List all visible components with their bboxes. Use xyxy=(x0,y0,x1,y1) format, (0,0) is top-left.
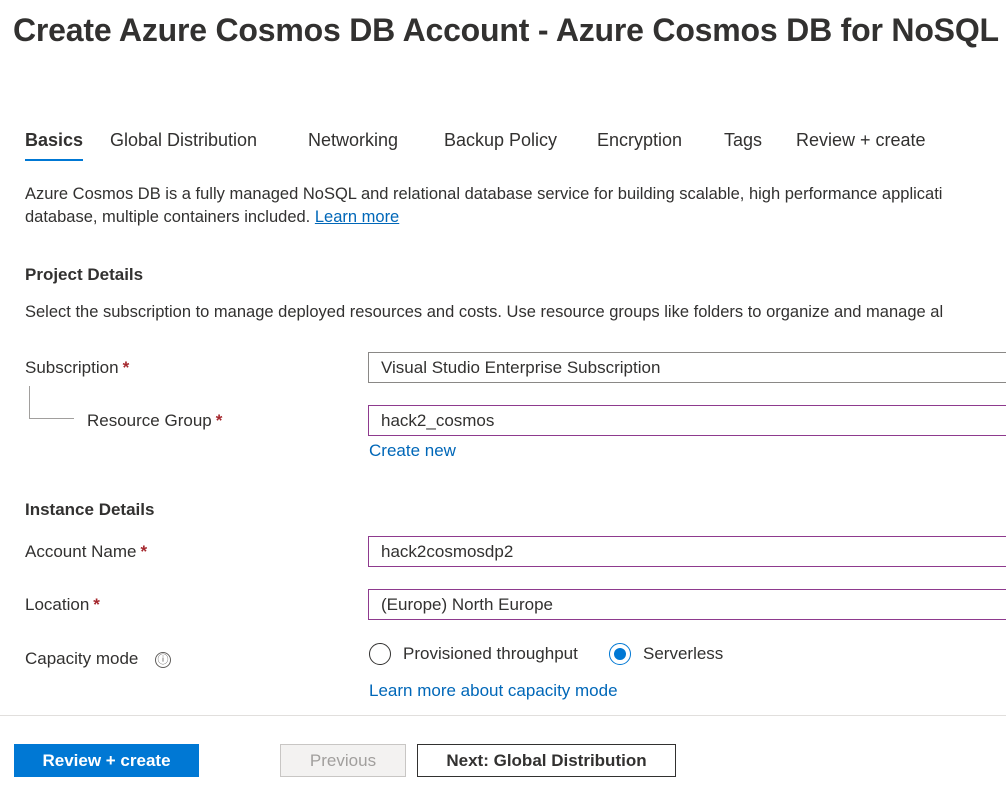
learn-more-link[interactable]: Learn more xyxy=(315,208,399,226)
tab-global-distribution[interactable]: Global Distribution xyxy=(110,130,257,159)
info-icon[interactable]: ⓘ xyxy=(155,652,171,668)
review-create-button[interactable]: Review + create xyxy=(14,744,199,777)
account-name-label: Account Name * xyxy=(25,542,148,561)
project-details-heading: Project Details xyxy=(25,265,144,284)
location-label: Location * xyxy=(25,595,100,614)
previous-button[interactable]: Previous xyxy=(280,744,406,777)
page-title: Create Azure Cosmos DB Account - Azure C… xyxy=(13,12,999,48)
capacity-mode-learn-more-link[interactable]: Learn more about capacity mode xyxy=(369,681,618,701)
instance-details-heading: Instance Details xyxy=(25,500,155,519)
radio-circle[interactable] xyxy=(369,643,391,665)
resource-group-label: Resource Group * xyxy=(87,411,223,430)
resource-group-select[interactable]: hack2_cosmos xyxy=(368,405,1006,436)
radio-dot xyxy=(614,648,626,660)
required-marker: * xyxy=(140,542,148,561)
radio-label: Provisioned throughput xyxy=(403,644,578,663)
footer-divider xyxy=(0,715,1006,716)
next-global-distribution-button[interactable]: Next: Global Distribution xyxy=(417,744,676,777)
subscription-label: Subscription * xyxy=(25,358,130,377)
required-marker: * xyxy=(215,411,223,430)
radio-circle-selected[interactable] xyxy=(609,643,631,665)
tab-backup-policy[interactable]: Backup Policy xyxy=(444,130,557,159)
location-select[interactable]: (Europe) North Europe xyxy=(368,589,1006,620)
account-name-input[interactable]: hack2cosmosdp2 xyxy=(368,536,1006,567)
radio-provisioned-throughput[interactable]: Provisioned throughput xyxy=(369,643,578,665)
create-new-resource-group-link[interactable]: Create new xyxy=(369,441,456,461)
project-details-subtext: Select the subscription to manage deploy… xyxy=(25,303,944,321)
tree-connector xyxy=(29,386,74,419)
tab-tags[interactable]: Tags xyxy=(724,130,762,159)
description-line-1: Azure Cosmos DB is a fully managed NoSQL… xyxy=(25,185,943,203)
radio-serverless[interactable]: Serverless xyxy=(609,643,723,665)
capacity-mode-label: Capacity mode xyxy=(25,649,139,668)
radio-label: Serverless xyxy=(643,644,724,663)
description-line-2: database, multiple containers included. xyxy=(25,208,311,226)
tab-review-create[interactable]: Review + create xyxy=(796,130,926,159)
required-marker: * xyxy=(122,358,130,377)
tab-encryption[interactable]: Encryption xyxy=(597,130,682,159)
description: Azure Cosmos DB is a fully managed NoSQL… xyxy=(25,183,1006,229)
subscription-select[interactable]: Visual Studio Enterprise Subscription xyxy=(368,352,1006,383)
required-marker: * xyxy=(93,595,100,614)
tab-networking[interactable]: Networking xyxy=(308,130,398,159)
tab-basics[interactable]: Basics xyxy=(25,130,84,161)
